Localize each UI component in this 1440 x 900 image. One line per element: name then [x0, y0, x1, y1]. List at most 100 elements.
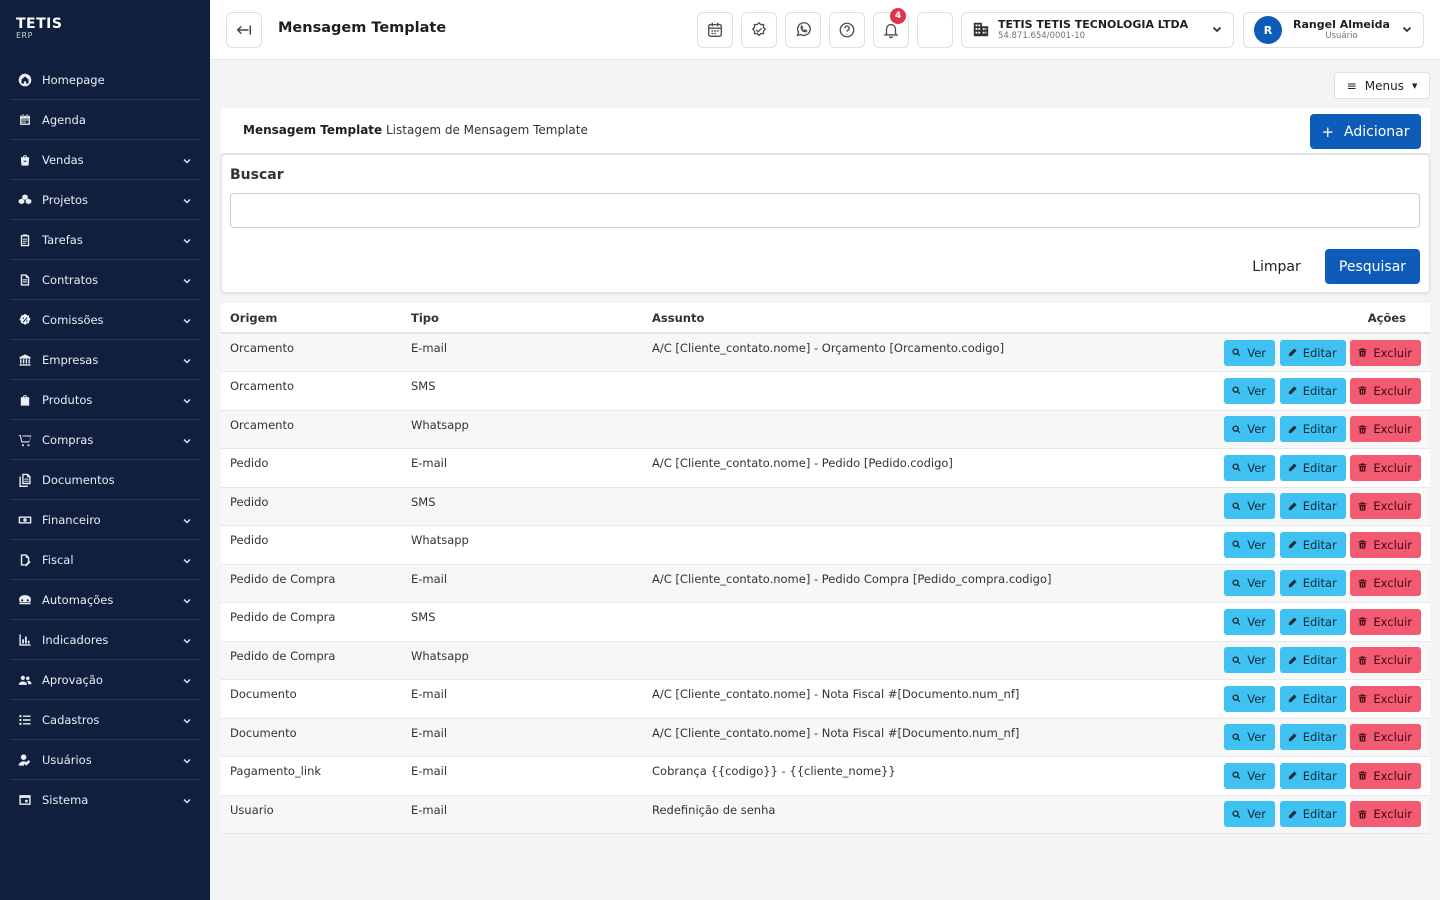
sidebar-item-vendas[interactable]: Vendas: [10, 140, 200, 180]
delete-button[interactable]: Excluir: [1350, 570, 1421, 597]
edit-button[interactable]: Editar: [1279, 531, 1346, 558]
view-button[interactable]: Ver: [1224, 416, 1276, 443]
cell-assunto: A/C [Cliente_contato.nome] - Pedido [Ped…: [643, 448, 1133, 488]
delete-button[interactable]: Excluir: [1350, 454, 1421, 481]
cell-origem: Orcamento: [221, 371, 402, 411]
cell-assunto: [643, 525, 1133, 565]
edit-button[interactable]: Editar: [1279, 377, 1346, 404]
trash-icon: [1358, 771, 1367, 780]
sidebar-item-label: Cadastros: [42, 712, 100, 727]
edit-button[interactable]: Editar: [1279, 416, 1346, 443]
help-button[interactable]: [829, 12, 865, 48]
sidebar-item-fiscal[interactable]: Fiscal: [10, 540, 200, 580]
sidebar-item-contratos[interactable]: Contratos: [10, 260, 200, 300]
notification-count-badge: 4: [890, 8, 906, 24]
view-label: Ver: [1247, 691, 1267, 706]
add-button[interactable]: + Adicionar: [1310, 114, 1421, 149]
page-title: Mensagem Template: [278, 20, 447, 36]
dark-mode-toggle[interactable]: [917, 12, 953, 48]
view-button[interactable]: Ver: [1224, 531, 1276, 558]
delete-button[interactable]: Excluir: [1350, 339, 1421, 366]
view-button[interactable]: Ver: [1224, 570, 1276, 597]
edit-button[interactable]: Editar: [1279, 685, 1346, 712]
chevron-down-icon: [1211, 23, 1223, 38]
sidebar-item-label: Vendas: [42, 152, 84, 167]
edit-button[interactable]: Editar: [1279, 339, 1346, 366]
view-button[interactable]: Ver: [1224, 339, 1276, 366]
pencil-icon: [1288, 694, 1297, 703]
calendar-button[interactable]: [697, 12, 733, 48]
search-input[interactable]: [230, 193, 1420, 228]
delete-button[interactable]: Excluir: [1350, 724, 1421, 751]
view-button[interactable]: Ver: [1224, 454, 1276, 481]
delete-button[interactable]: Excluir: [1350, 762, 1421, 789]
edit-button[interactable]: Editar: [1279, 570, 1346, 597]
brand-logo[interactable]: TETIS ERP: [0, 0, 210, 60]
edit-button[interactable]: Editar: [1279, 647, 1346, 674]
column-header-tipo[interactable]: Tipo: [402, 303, 643, 334]
sidebar-item-empresas[interactable]: Empresas: [10, 340, 200, 380]
view-label: Ver: [1247, 807, 1267, 822]
view-button[interactable]: Ver: [1224, 724, 1276, 751]
edit-button[interactable]: Editar: [1279, 724, 1346, 751]
delete-button[interactable]: Excluir: [1350, 608, 1421, 635]
edit-button[interactable]: Editar: [1279, 801, 1346, 828]
sidebar-item-sistema[interactable]: Sistema: [10, 780, 200, 820]
column-header-origem[interactable]: Origem: [221, 303, 402, 334]
user-menu[interactable]: R Rangel Almeida Usuário: [1243, 12, 1424, 48]
sidebar-item-cadastros[interactable]: Cadastros: [10, 700, 200, 740]
sidebar-item-comissoes[interactable]: Comissões: [10, 300, 200, 340]
table-row: Orcamento E-mail A/C [Cliente_contato.nome…: [221, 333, 1430, 372]
list-icon: [18, 713, 32, 727]
view-label: Ver: [1247, 383, 1267, 398]
notifications-button[interactable]: 4: [873, 8, 909, 48]
company-selector[interactable]: TETIS TETIS TECNOLOGIA LTDA 54.871.654/0…: [961, 12, 1234, 48]
cell-tipo: E-mail: [402, 718, 643, 757]
sidebar-item-agenda[interactable]: Agenda: [10, 100, 200, 140]
view-button[interactable]: Ver: [1224, 801, 1276, 828]
delete-label: Excluir: [1373, 383, 1412, 398]
edit-button[interactable]: Editar: [1279, 493, 1346, 520]
sidebar-item-aprovacao[interactable]: Aprovação: [10, 660, 200, 700]
sidebar-item-compras[interactable]: Compras: [10, 420, 200, 460]
edit-button[interactable]: Editar: [1279, 762, 1346, 789]
delete-button[interactable]: Excluir: [1350, 531, 1421, 558]
delete-button[interactable]: Excluir: [1350, 647, 1421, 674]
column-header-assunto[interactable]: Assunto: [643, 303, 1133, 334]
edit-button[interactable]: Editar: [1279, 454, 1346, 481]
view-button[interactable]: Ver: [1224, 608, 1276, 635]
whatsapp-button[interactable]: [785, 12, 821, 48]
menus-dropdown-button[interactable]: ≡ Menus ▼: [1334, 72, 1430, 99]
sidebar-item-label: Tarefas: [42, 232, 83, 247]
edit-button[interactable]: Editar: [1279, 608, 1346, 635]
contract-icon: [18, 273, 32, 287]
chevron-down-icon: [182, 595, 192, 605]
sidebar-item-produtos[interactable]: Produtos: [10, 380, 200, 420]
sidebar-item-label: Contratos: [42, 272, 99, 287]
sidebar-item-projetos[interactable]: Projetos: [10, 180, 200, 220]
delete-button[interactable]: Excluir: [1350, 801, 1421, 828]
sidebar-item-automacoes[interactable]: Automações: [10, 580, 200, 620]
view-button[interactable]: Ver: [1224, 493, 1276, 520]
sidebar-item-tarefas[interactable]: Tarefas: [10, 220, 200, 260]
clear-button[interactable]: Limpar: [1244, 249, 1309, 284]
user-edit-icon: [18, 753, 32, 767]
sidebar-item-usuarios[interactable]: Usuários: [10, 740, 200, 780]
delete-button[interactable]: Excluir: [1350, 493, 1421, 520]
view-button[interactable]: Ver: [1224, 377, 1276, 404]
sidebar-item-homepage[interactable]: Homepage: [10, 60, 200, 100]
sidebar-item-indicadores[interactable]: Indicadores: [10, 620, 200, 660]
cell-origem: Orcamento: [221, 410, 402, 449]
sidebar-item-documentos[interactable]: Documentos: [10, 460, 200, 500]
view-button[interactable]: Ver: [1224, 647, 1276, 674]
verified-button[interactable]: [741, 12, 777, 48]
delete-button[interactable]: Excluir: [1350, 377, 1421, 404]
delete-button[interactable]: Excluir: [1350, 416, 1421, 443]
search-button[interactable]: Pesquisar: [1325, 249, 1420, 284]
clipboard-icon: [18, 233, 32, 247]
view-button[interactable]: Ver: [1224, 762, 1276, 789]
delete-button[interactable]: Excluir: [1350, 685, 1421, 712]
view-button[interactable]: Ver: [1224, 685, 1276, 712]
sidebar-item-financeiro[interactable]: Financeiro: [10, 500, 200, 540]
collapse-sidebar-button[interactable]: [226, 12, 262, 48]
